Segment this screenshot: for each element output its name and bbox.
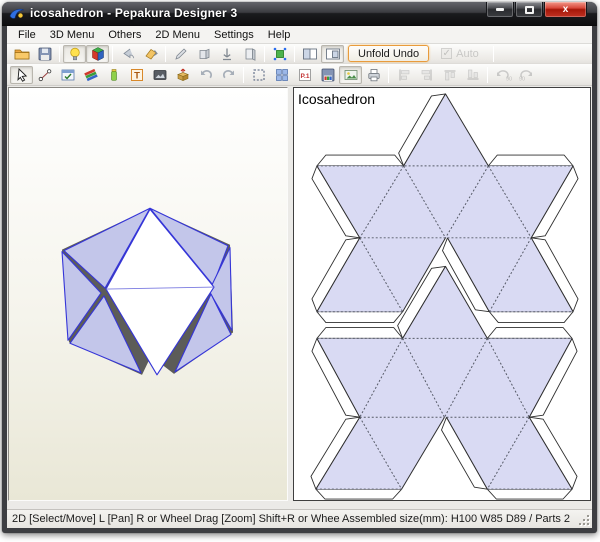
pin-icon[interactable] [215,45,238,63]
auto-checkbox-box: ✓ [441,48,452,59]
unfold-pattern[interactable] [294,88,590,500]
select-object-icon[interactable] [268,45,291,63]
arrange-parts-icon[interactable] [270,66,293,84]
undo-arrow-icon[interactable] [194,66,217,84]
glue-stick-icon[interactable] [102,66,125,84]
minimize-icon [496,8,504,11]
part-name-label: Icosahedron [298,91,375,107]
align-top-icon[interactable] [438,66,461,84]
check-window-icon[interactable] [56,66,79,84]
material-stripes-icon[interactable] [79,66,102,84]
window-content: File 3D Menu Others 2D Menu Settings Hel… [7,26,592,528]
unfold-undo-label: Unfold Undo [358,48,419,60]
menu-3d[interactable]: 3D Menu [43,27,102,43]
menu-bar: File 3D Menu Others 2D Menu Settings Hel… [7,26,592,44]
status-bar: 2D [Select/Move] L [Pan] R or Wheel Drag… [7,509,592,528]
marquee-select-icon[interactable] [247,66,270,84]
prism-icon[interactable] [192,45,215,63]
layout-right-icon[interactable] [321,45,344,63]
page-number-icon[interactable]: P.1 [293,66,316,84]
open-box-icon[interactable] [171,66,194,84]
viewport-2d[interactable]: Icosahedron [293,87,591,501]
picture-icon[interactable] [339,66,362,84]
light-bulb-icon[interactable] [63,45,86,63]
close-button[interactable]: x [544,2,587,18]
edge-cut-icon[interactable] [33,66,56,84]
save-image-icon[interactable] [316,66,339,84]
rotate-left-icon[interactable] [116,45,139,63]
menu-2d[interactable]: 2D Menu [148,27,207,43]
align-right-icon[interactable] [415,66,438,84]
redo-arrow-icon[interactable] [217,66,240,84]
texture-cube-icon[interactable] [86,45,109,63]
maximize-icon [525,6,534,14]
resize-grip[interactable] [577,513,590,526]
open-folder-icon[interactable] [10,45,33,63]
svg-text:T: T [134,70,140,81]
minimize-button[interactable] [486,2,514,18]
dark-image-icon[interactable] [148,66,171,84]
menu-help[interactable]: Help [261,27,298,43]
auto-label: Auto [456,48,479,60]
print-icon[interactable] [362,66,385,84]
window-title: icosahedron - Pepakura Designer 3 [30,6,237,20]
svg-text:90: 90 [519,76,525,82]
align-bottom-icon[interactable] [461,66,484,84]
page-number-text: P.1 [300,73,309,80]
rotate-ccw-90-icon[interactable]: 90 [491,66,514,84]
layout-left-icon[interactable] [298,45,321,63]
text-box-icon[interactable]: T [125,66,148,84]
window-controls: x [485,2,587,18]
maximize-button[interactable] [515,2,543,18]
menu-others[interactable]: Others [101,27,148,43]
app-window: icosahedron - Pepakura Designer 3 x File… [2,2,597,533]
model-3d-icosahedron[interactable] [9,88,287,500]
app-icon [9,6,25,22]
auto-checkbox[interactable]: ✓ Auto [441,48,479,60]
save-icon[interactable] [33,45,56,63]
menu-settings[interactable]: Settings [207,27,261,43]
pencil-icon[interactable] [169,45,192,63]
close-icon: x [563,5,569,15]
status-text: 2D [Select/Move] L [Pan] R or Wheel Drag… [7,513,570,525]
main-area: Icosahedron [7,86,592,502]
unfold-undo-button[interactable]: Unfold Undo [348,45,429,62]
rotate-cw-90-icon[interactable]: 90 [514,66,537,84]
toolbar-2d: T P.1 90 90 [7,64,592,86]
viewport-3d[interactable] [8,87,288,501]
main-toolbar: Unfold Undo ✓ Auto [7,44,592,64]
menu-file[interactable]: File [11,27,43,43]
rotate-box-icon[interactable] [139,45,162,63]
check-icon: ✓ [442,49,450,59]
title-bar[interactable]: icosahedron - Pepakura Designer 3 x [2,2,597,26]
select-cursor-icon[interactable] [10,66,33,84]
align-left-icon[interactable] [392,66,415,84]
panel-icon[interactable] [238,45,261,63]
svg-text:90: 90 [506,76,512,82]
